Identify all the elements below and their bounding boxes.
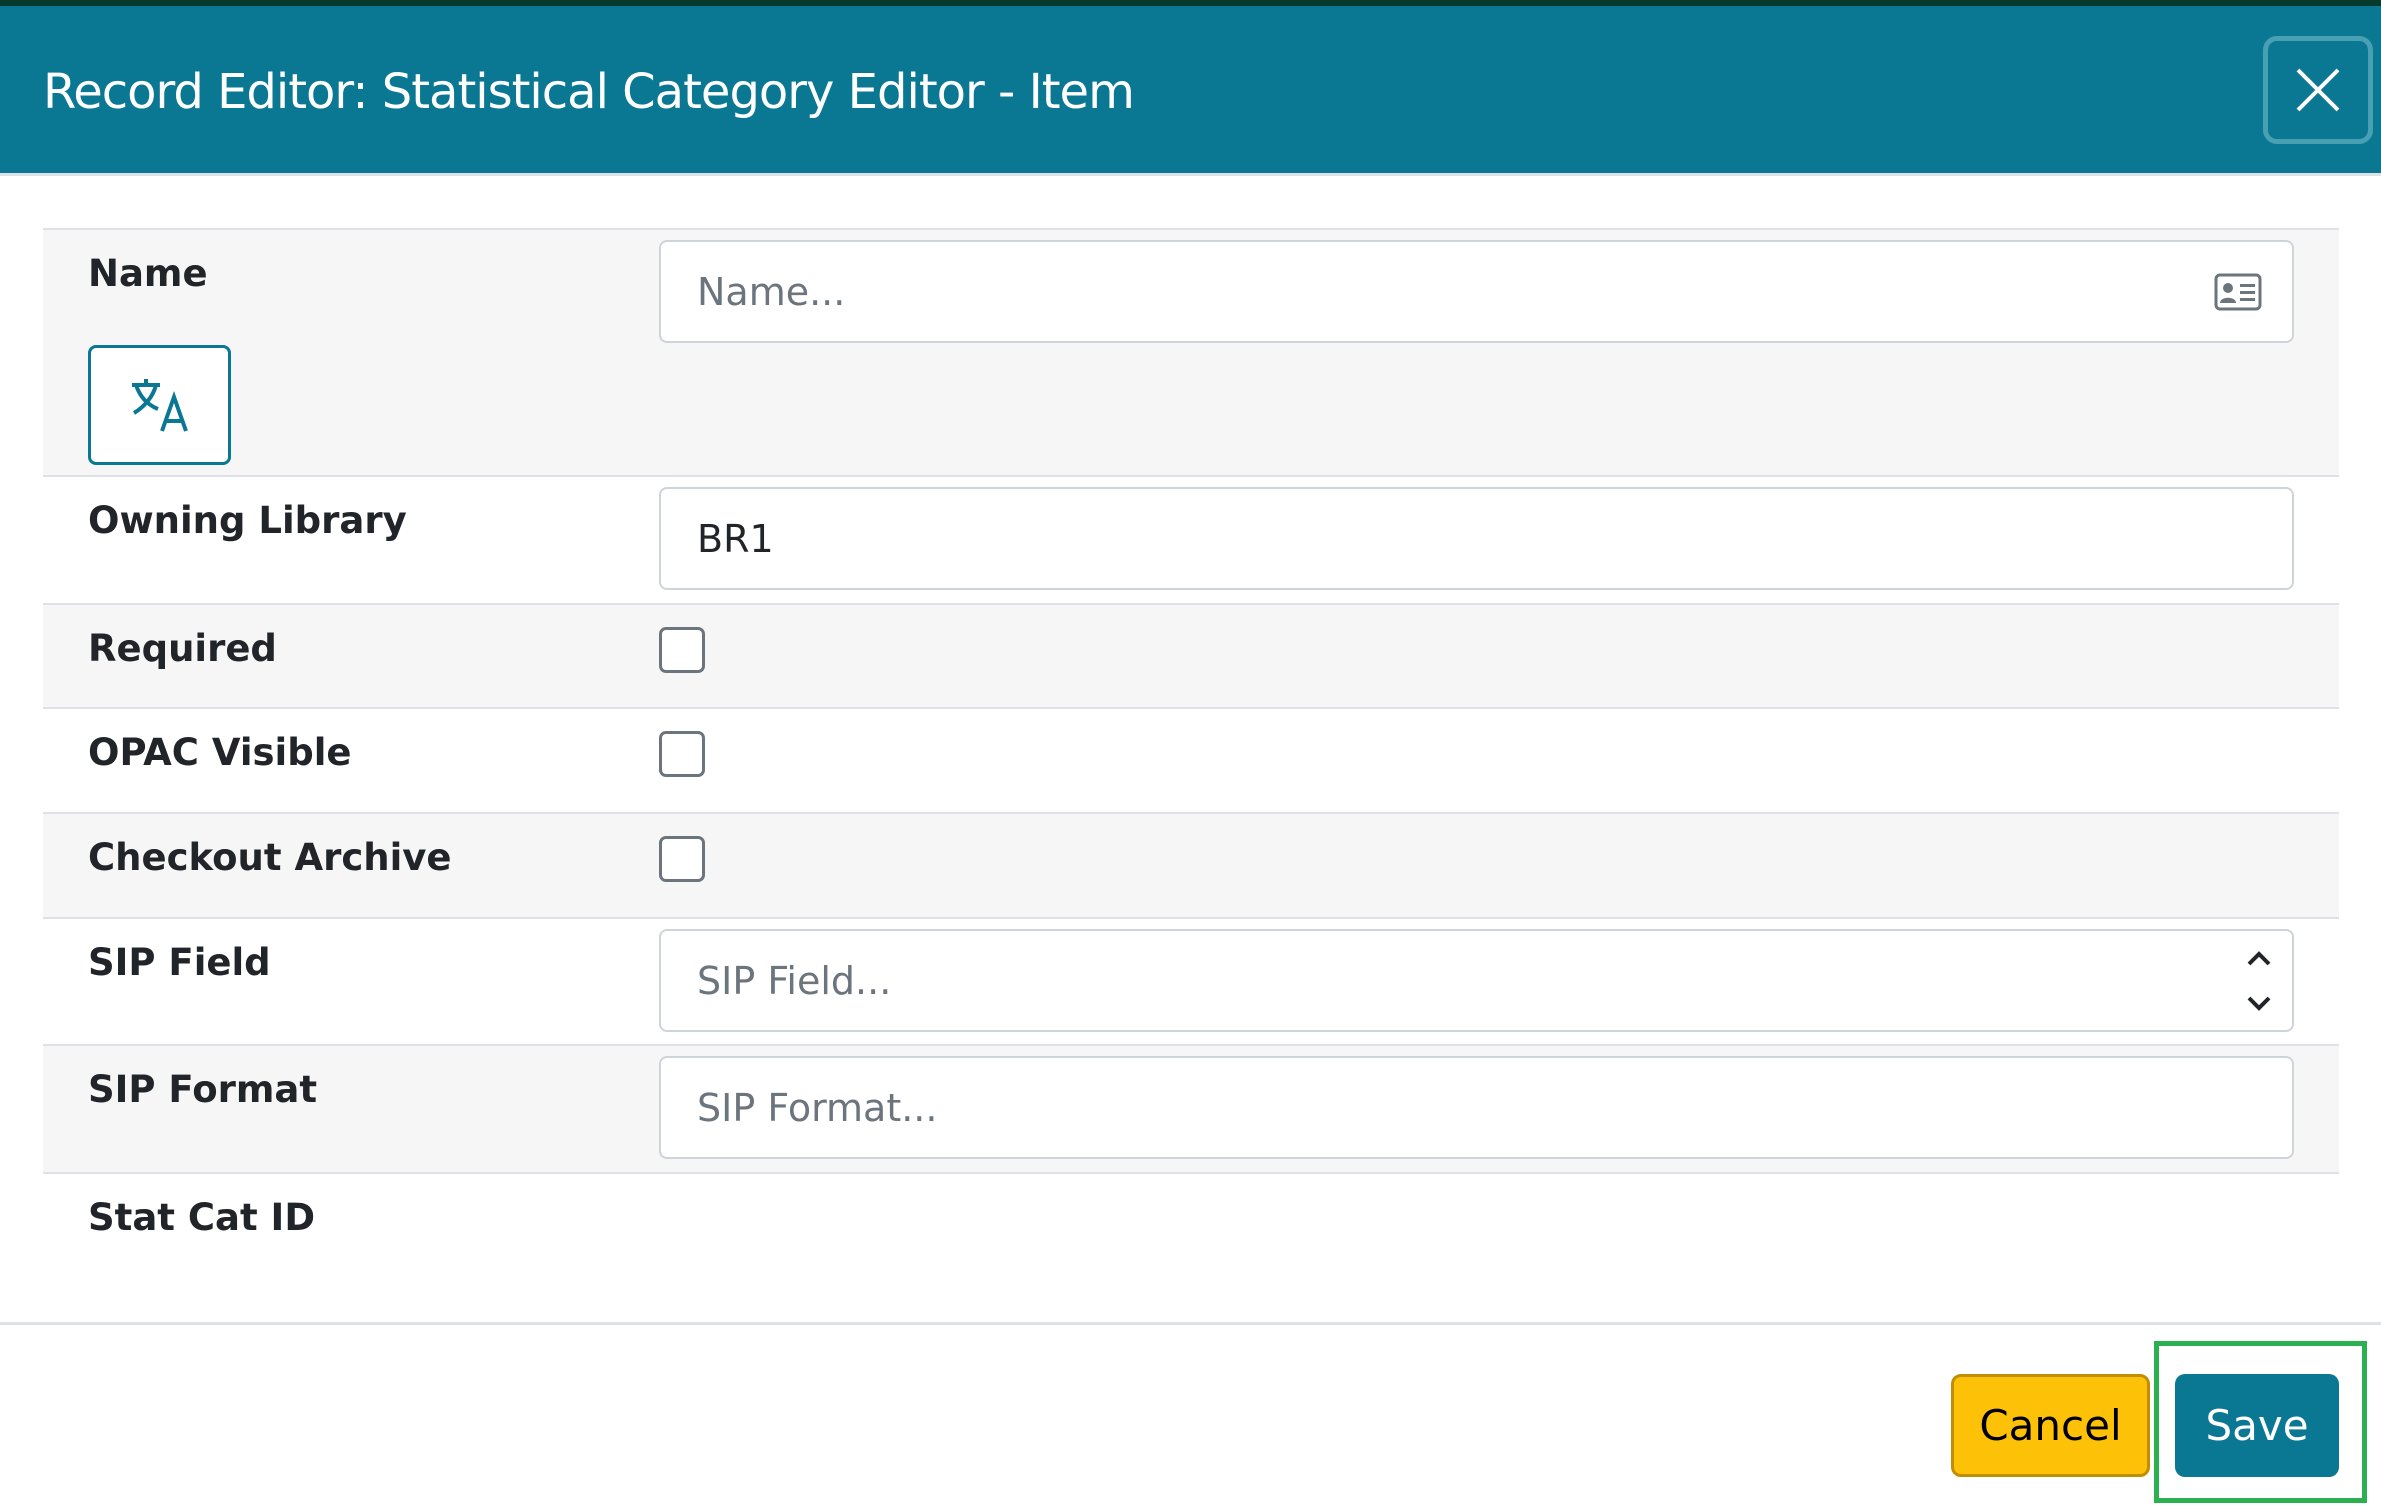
field-row-checkout-archive: Checkout Archive — [43, 812, 2339, 917]
stat-cat-id-label: Stat Cat ID — [88, 1196, 316, 1239]
field-row-stat-cat-id: Stat Cat ID — [43, 1172, 2339, 1292]
owning-library-label: Owning Library — [88, 499, 407, 542]
dialog-title: Record Editor: Statistical Category Edit… — [43, 64, 1135, 120]
checkout-archive-checkbox[interactable] — [659, 836, 705, 882]
required-label: Required — [88, 627, 277, 670]
field-row-name: Name Name... — [43, 228, 2339, 475]
name-input[interactable]: Name... — [659, 240, 2294, 343]
translate-button[interactable] — [88, 345, 231, 465]
id-card-icon — [2214, 273, 2262, 310]
close-icon — [2296, 68, 2340, 112]
cancel-button[interactable]: Cancel — [1951, 1374, 2150, 1477]
field-row-sip-format: SIP Format SIP Format... — [43, 1044, 2339, 1172]
field-row-opac-visible: OPAC Visible — [43, 707, 2339, 812]
opac-visible-label: OPAC Visible — [88, 731, 352, 774]
sip-field-select[interactable]: SIP Field... — [659, 929, 2294, 1032]
sip-field-label: SIP Field — [88, 941, 271, 984]
checkout-archive-label: Checkout Archive — [88, 836, 452, 879]
field-row-owning-library: Owning Library BR1 — [43, 475, 2339, 603]
field-row-sip-field: SIP Field SIP Field... — [43, 917, 2339, 1044]
close-button[interactable] — [2263, 36, 2373, 144]
owning-library-select[interactable]: BR1 — [659, 487, 2294, 590]
sip-format-input[interactable]: SIP Format... — [659, 1056, 2294, 1159]
required-checkbox[interactable] — [659, 627, 705, 673]
sip-format-label: SIP Format — [88, 1068, 318, 1111]
translate-icon — [131, 379, 188, 432]
opac-visible-checkbox[interactable] — [659, 731, 705, 777]
field-row-required: Required — [43, 603, 2339, 707]
dialog-footer-divider — [0, 1322, 2381, 1325]
chevron-up-down-icon — [2247, 950, 2271, 1011]
dialog-header: Record Editor: Statistical Category Edit… — [0, 6, 2381, 176]
name-label: Name — [88, 252, 208, 295]
save-highlight-box — [2154, 1341, 2367, 1503]
